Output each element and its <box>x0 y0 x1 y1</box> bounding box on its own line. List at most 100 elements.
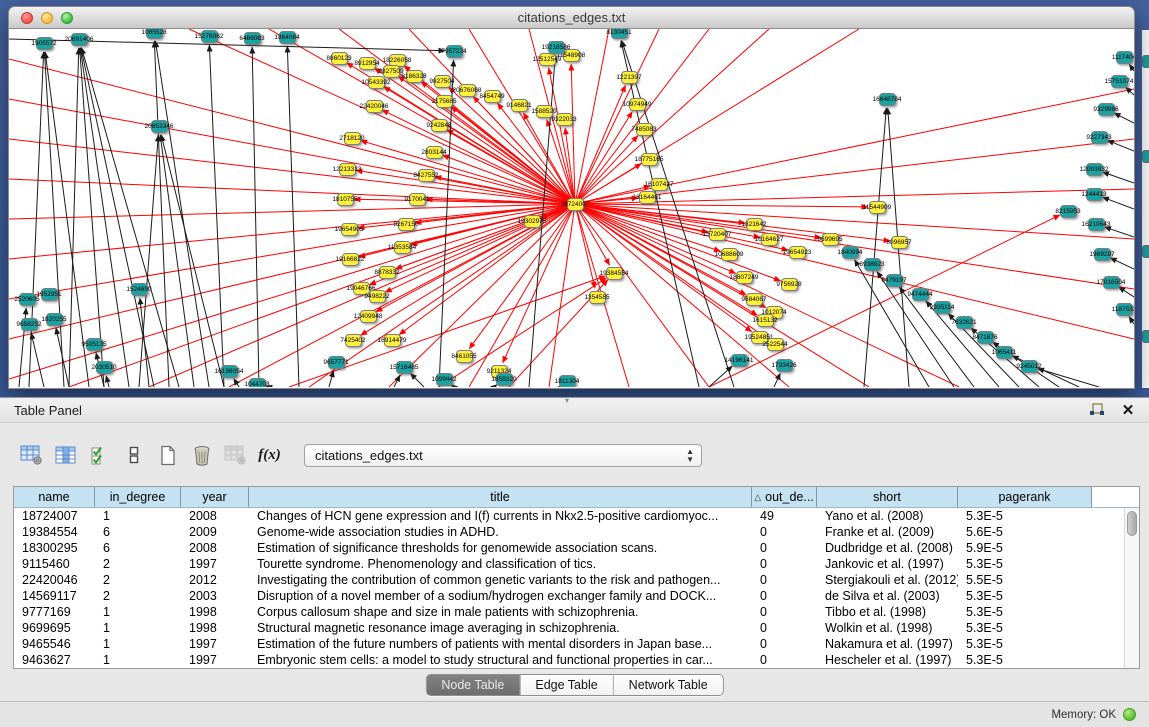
graph-node[interactable]: 1840994 <box>842 246 859 259</box>
graph-node[interactable]: 1065411 <box>996 346 1013 359</box>
graph-node[interactable]: 1221397 <box>621 71 638 84</box>
column-header-pagerank[interactable]: pagerank <box>958 487 1092 507</box>
graph-node[interactable]: 9756928 <box>781 278 798 291</box>
graph-node[interactable]: 19302975 <box>524 215 541 228</box>
graph-node-hub[interactable]: 18724007 <box>567 198 584 211</box>
graph-node[interactable]: 9658252 <box>21 318 38 331</box>
graph-node[interactable]: 9146821 <box>511 99 528 112</box>
graph-node[interactable]: 1969297 <box>1094 248 1111 261</box>
graph-node[interactable]: 9245012 <box>1021 360 1038 373</box>
graph-node[interactable]: 1905572 <box>36 37 53 50</box>
graph-node[interactable]: 2520605 <box>19 293 36 306</box>
graph-node[interactable]: 8938923 <box>864 258 881 271</box>
graph-node[interactable]: 18807249 <box>736 271 753 284</box>
graph-node[interactable]: 20691406 <box>71 33 88 46</box>
graph-node[interactable]: 20853346 <box>151 120 168 133</box>
row-options-icon[interactable] <box>120 442 147 469</box>
scrollbar-thumb[interactable] <box>1127 511 1137 536</box>
graph-node[interactable]: 9827504 <box>434 75 451 88</box>
close-panel-icon[interactable]: ✕ <box>1119 401 1137 419</box>
graph-node[interactable]: 1044703 <box>249 378 266 388</box>
graph-node[interactable]: 1117404 <box>1116 51 1133 64</box>
graph-node[interactable]: 19166822 <box>342 253 359 266</box>
graph-node[interactable]: 9227343 <box>1091 131 1108 144</box>
tab-network-table[interactable]: Network Table <box>613 675 723 695</box>
graph-node[interactable]: 10974949 <box>629 98 646 111</box>
graph-node[interactable]: 7485083 <box>636 123 653 136</box>
graph-node[interactable]: 9170041 <box>409 193 426 206</box>
graph-node[interactable]: 9498222 <box>369 290 386 303</box>
window-title-bar[interactable]: citations_edges.txt <box>9 7 1134 29</box>
graph-node[interactable]: 19654923 <box>789 246 806 259</box>
graph-node[interactable]: 3175685 <box>436 95 453 108</box>
graph-node[interactable]: 1244413 <box>1086 188 1103 201</box>
graph-node[interactable]: 8471876 <box>977 331 994 344</box>
close-button[interactable] <box>21 12 33 24</box>
tab-edge-table[interactable]: Edge Table <box>519 675 612 695</box>
delete-table-icon[interactable] <box>222 442 249 469</box>
graph-node[interactable]: 1858320 <box>496 373 513 386</box>
graph-node[interactable]: 20676068 <box>459 84 476 97</box>
graph-node[interactable]: 16648784 <box>879 93 896 106</box>
graph-node[interactable]: 7632621 <box>956 316 973 329</box>
graph-node[interactable]: 1811304 <box>559 375 576 388</box>
graph-node[interactable]: 6479197 <box>886 274 903 287</box>
table-row[interactable]: 946362711997Embryonic stem cells: a mode… <box>14 652 1139 668</box>
graph-node[interactable]: 16210643 <box>1088 218 1105 231</box>
table-row[interactable]: 946554611997Estimation of the future num… <box>14 636 1139 652</box>
graph-node[interactable]: 1354585 <box>589 291 606 304</box>
graph-node[interactable]: 8860123 <box>331 52 348 65</box>
memory-status-indicator[interactable] <box>1123 708 1136 721</box>
graph-node[interactable]: 8454749 <box>484 90 501 103</box>
graph-node[interactable]: 2030510 <box>96 361 113 374</box>
graph-node[interactable]: 12512549 <box>539 53 556 66</box>
create-column-icon[interactable] <box>154 442 181 469</box>
graph-node[interactable]: 6466083 <box>244 32 261 45</box>
table-mode-icon[interactable] <box>18 442 45 469</box>
graph-node[interactable]: 8096957 <box>891 236 908 249</box>
float-panel-icon[interactable] <box>1088 401 1106 419</box>
graph-node[interactable]: 1810755 <box>337 193 354 206</box>
graph-node[interactable]: 12409948 <box>360 310 377 323</box>
graph-node[interactable]: 12093832 <box>1086 163 1103 176</box>
graph-node[interactable]: 8130451 <box>611 29 628 39</box>
minimize-button[interactable] <box>41 12 53 24</box>
table-row[interactable]: 1938455462009Genome-wide association stu… <box>14 524 1139 540</box>
function-builder-icon[interactable]: f(x) <box>256 442 283 469</box>
graph-node[interactable]: 8912954 <box>359 57 376 70</box>
graph-node[interactable]: 8878332 <box>379 266 396 279</box>
table-row[interactable]: 977716911998Corpus callosum shape and si… <box>14 604 1139 620</box>
graph-node[interactable]: 18775165 <box>641 153 658 166</box>
graph-node[interactable]: 8186328 <box>406 70 423 83</box>
zoom-button[interactable] <box>61 12 73 24</box>
graph-node[interactable]: 15276062 <box>201 30 218 43</box>
graph-node[interactable]: 1952951 <box>41 288 58 301</box>
graph-node[interactable]: 8267150 <box>398 218 415 231</box>
graph-node[interactable]: 17016504 <box>1103 276 1120 289</box>
graph-node[interactable]: 8461055 <box>456 350 473 363</box>
table-row[interactable]: 1830029562008Estimation of significance … <box>14 540 1139 556</box>
graph-node[interactable]: 9329966 <box>1098 103 1115 116</box>
graph-node[interactable]: 15716485 <box>396 361 413 374</box>
graph-node[interactable]: 16198054 <box>221 365 238 378</box>
graph-node[interactable]: 1085528 <box>146 29 163 39</box>
graph-node[interactable]: 1187533 <box>1116 303 1133 316</box>
graph-node[interactable]: 15720407 <box>709 228 726 241</box>
graph-node[interactable]: 9322033 <box>556 113 573 126</box>
graph-node[interactable]: 10688609 <box>721 248 738 261</box>
table-row[interactable]: 2242004622012Investigating the contribut… <box>14 572 1139 588</box>
graph-node[interactable]: 14196141 <box>731 354 748 367</box>
column-header-title[interactable]: title <box>249 487 752 507</box>
graph-node[interactable]: 1099442 <box>436 373 453 386</box>
show-columns-icon[interactable] <box>52 442 79 469</box>
graph-node[interactable]: 8215953 <box>1060 205 1077 218</box>
graph-node[interactable]: 1820255 <box>46 313 63 326</box>
column-header-short[interactable]: short <box>817 487 958 507</box>
graph-node[interactable]: 7425402 <box>345 334 362 347</box>
table-row[interactable]: 1456911722003Disruption of a novel membe… <box>14 588 1139 604</box>
graph-node[interactable]: 22420046 <box>366 100 383 113</box>
graph-node[interactable]: 2935114 <box>934 301 951 314</box>
network-canvas[interactable]: 1872400788601238912954182260589827509105… <box>9 29 1134 387</box>
graph-node[interactable]: 7957224 <box>446 45 463 58</box>
graph-node[interactable]: 1733426 <box>776 359 793 372</box>
